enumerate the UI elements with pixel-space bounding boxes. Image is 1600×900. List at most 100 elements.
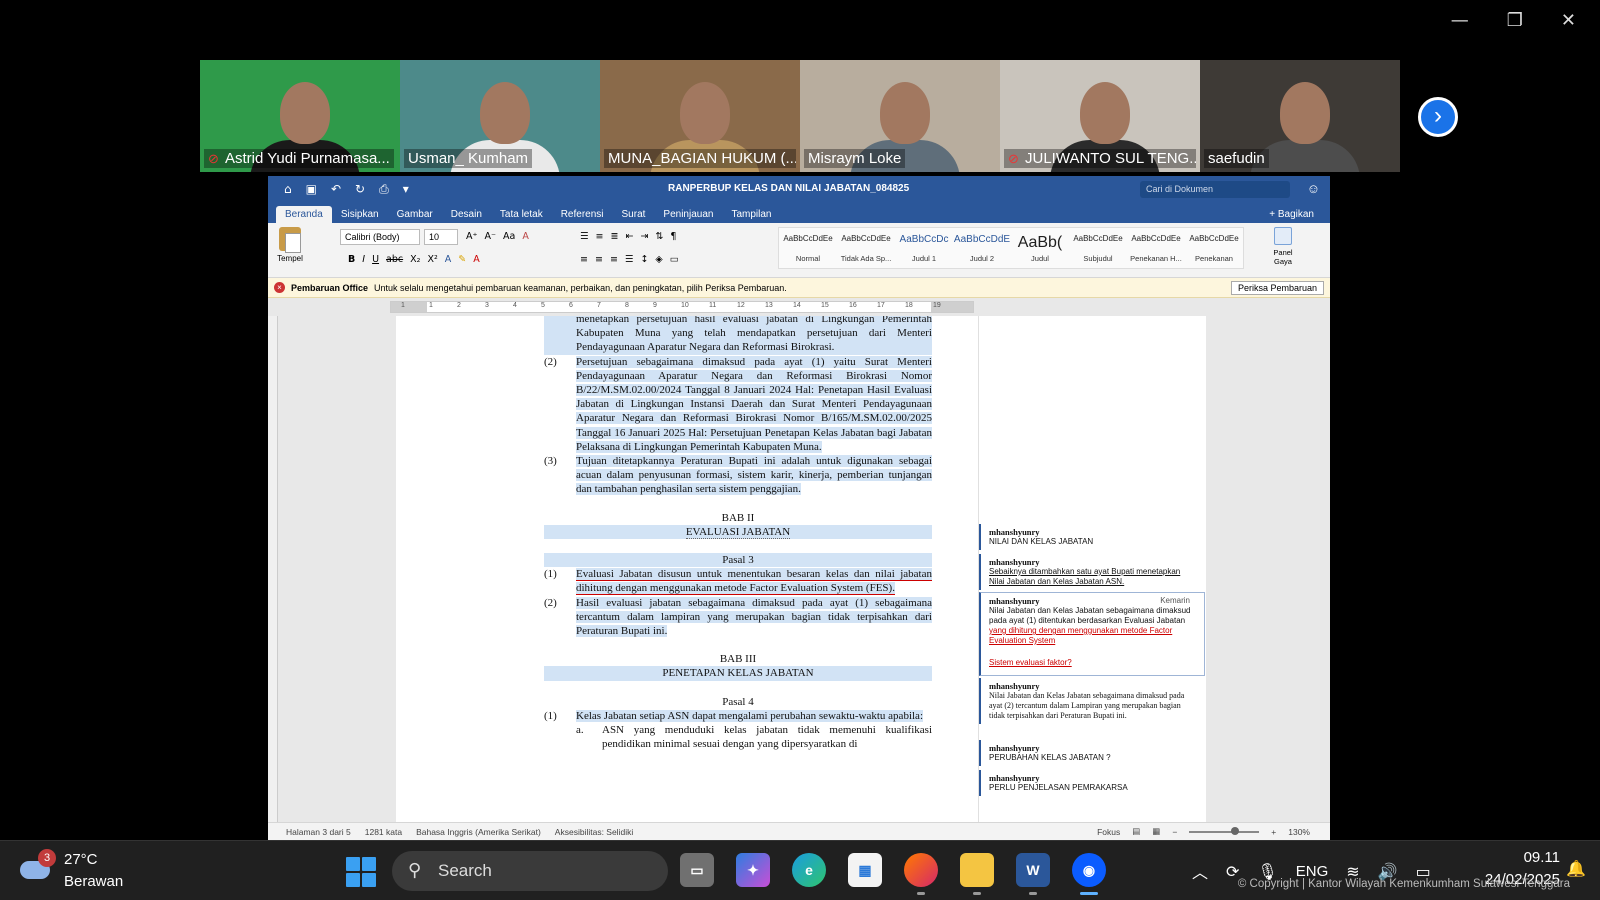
ribbon-tab[interactable]: Tampilan xyxy=(722,206,780,223)
italic-button[interactable]: I xyxy=(362,254,365,265)
numbering-icon[interactable]: ≡ xyxy=(596,231,604,242)
superscript-button[interactable]: X² xyxy=(427,254,437,265)
close-button[interactable]: ✕ xyxy=(1561,10,1576,31)
line-spacing-icon[interactable]: ↕ xyxy=(640,254,648,265)
comment[interactable]: mhanshyunry NILAI DAN KELAS JABATAN xyxy=(979,524,1205,550)
start-button[interactable] xyxy=(346,857,376,887)
document-body[interactable]: menetapkan persetujuan hasil evaluasi ja… xyxy=(544,316,932,751)
document-page[interactable]: menetapkan persetujuan hasil evaluasi ja… xyxy=(396,316,978,836)
taskbar-search[interactable]: ⚲ Search xyxy=(392,851,668,891)
word-count[interactable]: 1281 kata xyxy=(365,827,402,837)
style-option[interactable]: AaBb(Judul xyxy=(1011,228,1069,268)
underline-button[interactable]: U xyxy=(372,254,379,265)
check-updates-button[interactable]: Periksa Pembaruan xyxy=(1230,280,1324,295)
firefox-icon[interactable] xyxy=(904,853,938,895)
participant-tile[interactable]: ⊘ Astrid Yudi Purnamasa... xyxy=(200,60,400,172)
strikethrough-button[interactable]: abc xyxy=(386,254,403,265)
borders-icon[interactable]: ▭ xyxy=(670,254,679,265)
style-option[interactable]: AaBbCcDdEe Penekanan xyxy=(1185,228,1243,268)
participant-tile[interactable]: saefudin xyxy=(1200,60,1400,172)
accessibility-status[interactable]: Aksesibilitas: Selidiki xyxy=(555,827,633,837)
styles-pane-button[interactable]: Panel Gaya xyxy=(1268,227,1298,266)
comment[interactable]: mhanshyunry PERUBAHAN KELAS JABATAN ? xyxy=(979,740,1205,766)
style-option[interactable]: AaBbCcDc Judul 1 xyxy=(895,228,953,268)
grow-font-icon[interactable]: A⁺ xyxy=(466,231,478,242)
next-participants-button[interactable]: › xyxy=(1418,97,1458,137)
font-color-icon[interactable]: A xyxy=(473,254,480,265)
justify-icon[interactable]: ☰ xyxy=(625,254,634,265)
participant-tile[interactable]: Usman_ Kumham xyxy=(400,60,600,172)
edge-icon[interactable]: e xyxy=(792,853,826,887)
language-status[interactable]: Bahasa Inggris (Amerika Serikat) xyxy=(416,827,541,837)
decrease-indent-icon[interactable]: ⇤ xyxy=(625,231,633,242)
file-explorer-icon[interactable] xyxy=(960,853,994,895)
style-option[interactable]: AaBbCcDdE Judul 2 xyxy=(953,228,1011,268)
page-count[interactable]: Halaman 3 dari 5 xyxy=(286,827,351,837)
copilot-icon[interactable]: ✦ xyxy=(736,853,770,887)
ribbon-tab[interactable]: Tata letak xyxy=(491,206,552,223)
shading-icon[interactable]: ◈ xyxy=(655,254,662,265)
ribbon-tab[interactable]: Surat xyxy=(613,206,655,223)
horizontal-ruler[interactable]: 1 1 2 3 4 5 6 7 8 9 10 11 12 13 14 15 16 17 18 19 xyxy=(390,301,974,313)
paste-button[interactable]: Tempel xyxy=(274,227,306,263)
bold-button[interactable]: B xyxy=(348,254,355,265)
comment[interactable]: mhanshyunry PERLU PENJELASAN PEMRAKARSA xyxy=(979,770,1205,796)
share-button[interactable]: + Bagikan xyxy=(1253,206,1330,223)
minimize-button[interactable]: — xyxy=(1451,10,1469,31)
save-icon[interactable]: ▣ xyxy=(306,182,317,197)
task-view-icon[interactable]: ▭ xyxy=(680,853,714,887)
focus-button[interactable]: Fokus xyxy=(1097,827,1120,837)
undo-icon[interactable]: ↶ xyxy=(331,182,341,197)
restore-button[interactable]: ❐ xyxy=(1507,10,1523,31)
font-name-select[interactable]: Calibri (Body) xyxy=(340,229,420,245)
text-effects-icon[interactable]: A xyxy=(445,254,452,265)
participant-tile[interactable]: MUNA_BAGIAN HUKUM (... xyxy=(600,60,800,172)
multilevel-list-icon[interactable]: ≣ xyxy=(611,231,619,242)
comment[interactable]: mhanshyunry Sebaiknya ditambahkan satu a… xyxy=(979,554,1205,590)
ribbon-tab[interactable]: Gambar xyxy=(388,206,442,223)
notification-bell-icon[interactable]: 🔔 xyxy=(1566,859,1586,878)
shrink-font-icon[interactable]: A⁻ xyxy=(485,231,497,242)
zoom-out-icon[interactable]: − xyxy=(1172,827,1177,837)
comment-selected[interactable]: mhanshyunry Kemarin Nilai Jabatan dan Ke… xyxy=(979,592,1205,676)
customize-icon[interactable]: ▾ xyxy=(403,182,409,197)
align-left-icon[interactable]: ≡ xyxy=(580,254,588,265)
zoom-in-icon[interactable]: + xyxy=(1271,827,1276,837)
highlight-icon[interactable]: ✎ xyxy=(458,254,466,265)
zoom-icon[interactable]: ◉ xyxy=(1072,853,1106,895)
ribbon-tab[interactable]: Referensi xyxy=(552,206,613,223)
align-center-icon[interactable]: ≡ xyxy=(595,254,603,265)
change-case-icon[interactable]: Aa xyxy=(503,231,515,242)
zoom-slider[interactable] xyxy=(1189,826,1260,835)
user-icon[interactable]: ☺ xyxy=(1307,181,1320,196)
ribbon-tab[interactable]: Sisipkan xyxy=(332,206,388,223)
font-size-select[interactable]: 10 xyxy=(424,229,458,245)
style-option[interactable]: AaBbCcDdEe Penekanan H... xyxy=(1127,228,1185,268)
sort-icon[interactable]: ⇅ xyxy=(655,231,663,242)
search-document-input[interactable]: Cari di Dokumen xyxy=(1140,181,1290,198)
print-icon[interactable]: ⎙ xyxy=(379,182,389,197)
ribbon-tab[interactable]: Desain xyxy=(442,206,491,223)
vertical-ruler[interactable] xyxy=(268,316,278,826)
style-option[interactable]: AaBbCcDdEe Subjudul xyxy=(1069,228,1127,268)
dismiss-icon[interactable]: × xyxy=(274,282,285,293)
home-icon[interactable]: ⌂ xyxy=(284,182,292,197)
redo-icon[interactable]: ↻ xyxy=(355,182,365,197)
word-icon[interactable]: W xyxy=(1016,853,1050,895)
clear-format-icon[interactable]: A xyxy=(522,231,529,242)
bullets-icon[interactable]: ☰ xyxy=(580,231,589,242)
subscript-button[interactable]: X₂ xyxy=(410,254,420,265)
zoom-level[interactable]: 130% xyxy=(1288,827,1310,837)
ribbon-tab[interactable]: Peninjauan xyxy=(654,206,722,223)
pilcrow-icon[interactable]: ¶ xyxy=(670,231,676,242)
chevron-up-icon[interactable]: ︿ xyxy=(1192,859,1208,883)
align-right-icon[interactable]: ≡ xyxy=(610,254,618,265)
participant-tile[interactable]: Misraym Loke xyxy=(800,60,1000,172)
participant-tile[interactable]: ⊘ JULIWANTO SUL TENG... xyxy=(1000,60,1200,172)
web-layout-icon[interactable]: ▦ xyxy=(1152,826,1160,837)
print-layout-icon[interactable]: ▤ xyxy=(1132,826,1140,837)
increase-indent-icon[interactable]: ⇥ xyxy=(640,231,648,242)
comment[interactable]: mhanshyunry Nilai Jabatan dan Kelas Jaba… xyxy=(979,678,1205,724)
ribbon-tab[interactable]: Beranda xyxy=(276,206,332,223)
store-icon[interactable]: ▦ xyxy=(848,853,882,887)
